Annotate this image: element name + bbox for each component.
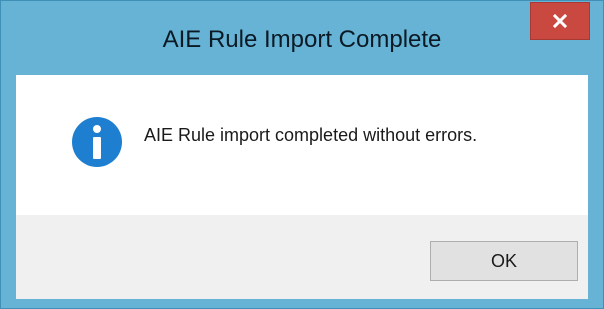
info-icon — [72, 117, 122, 167]
button-bar: OK — [16, 215, 588, 299]
message-area: AIE Rule import completed without errors… — [16, 75, 588, 215]
message-text: AIE Rule import completed without errors… — [144, 125, 478, 145]
dialog-body: AIE Rule import completed without errors… — [16, 75, 588, 299]
title-bar[interactable]: AIE Rule Import Complete — [1, 1, 603, 75]
import-complete-dialog: AIE Rule Import Complete AIE Rule import… — [0, 0, 604, 309]
close-button[interactable] — [530, 2, 590, 40]
close-icon — [552, 13, 568, 29]
ok-button[interactable]: OK — [430, 241, 578, 281]
window-bottom-border — [1, 299, 603, 308]
dialog-title: AIE Rule Import Complete — [162, 26, 442, 53]
